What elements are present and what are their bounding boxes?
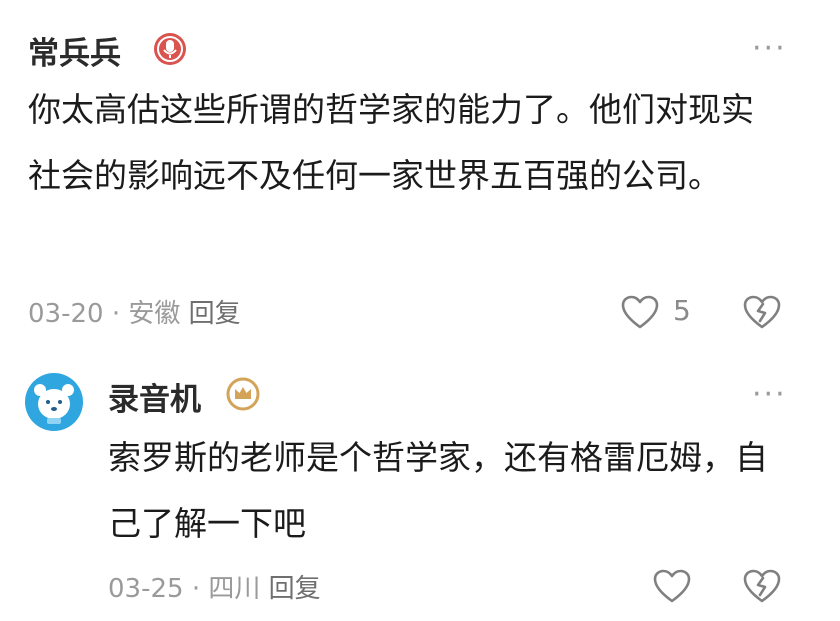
comment-1-like-count: 5	[673, 294, 691, 327]
comment-1-text: 你太高估这些所谓的哲学家的能力了。他们对现实社会的影响远不及任何一家世界五百强的…	[28, 90, 754, 195]
broken-heart-icon	[743, 569, 781, 603]
heart-icon	[653, 569, 691, 603]
comment-1-dislike-button[interactable]	[742, 294, 782, 330]
comment-2-like-button[interactable]	[652, 568, 692, 604]
comment-2-meta: 03-25 · 四川 回复	[108, 568, 321, 605]
comment-1-reply-button[interactable]: 回复	[189, 299, 241, 329]
crown-badge-icon	[226, 377, 260, 411]
comment-1-date: 03-20	[28, 299, 104, 329]
comment-1-meta: 03-20 · 安徽 回复	[28, 293, 241, 330]
comment-2-more-button[interactable]: ···	[752, 380, 787, 410]
comment-2-avatar[interactable]	[24, 372, 84, 432]
comment-1-location: 安徽	[128, 299, 181, 329]
comment-2-separator: ·	[191, 574, 201, 604]
microphone-badge-icon	[152, 31, 188, 67]
comment-2-location: 四川	[208, 574, 261, 604]
comment-1-username[interactable]: 常兵兵	[28, 28, 121, 73]
comment-2-reply-button[interactable]: 回复	[269, 574, 321, 604]
heart-icon	[621, 295, 659, 329]
comment-2-dislike-button[interactable]	[742, 568, 782, 604]
comment-1-separator: ·	[111, 299, 121, 329]
broken-heart-icon	[743, 295, 781, 329]
comment-2-date: 03-25	[108, 574, 184, 604]
comment-1-like-button[interactable]	[620, 294, 660, 330]
comment-2-username[interactable]: 录音机	[108, 374, 201, 419]
comment-2-text: 索罗斯的老师是个哲学家，还有格雷厄姆，自己了解一下吧	[108, 438, 768, 543]
comment-1-more-button[interactable]: ···	[752, 34, 787, 64]
